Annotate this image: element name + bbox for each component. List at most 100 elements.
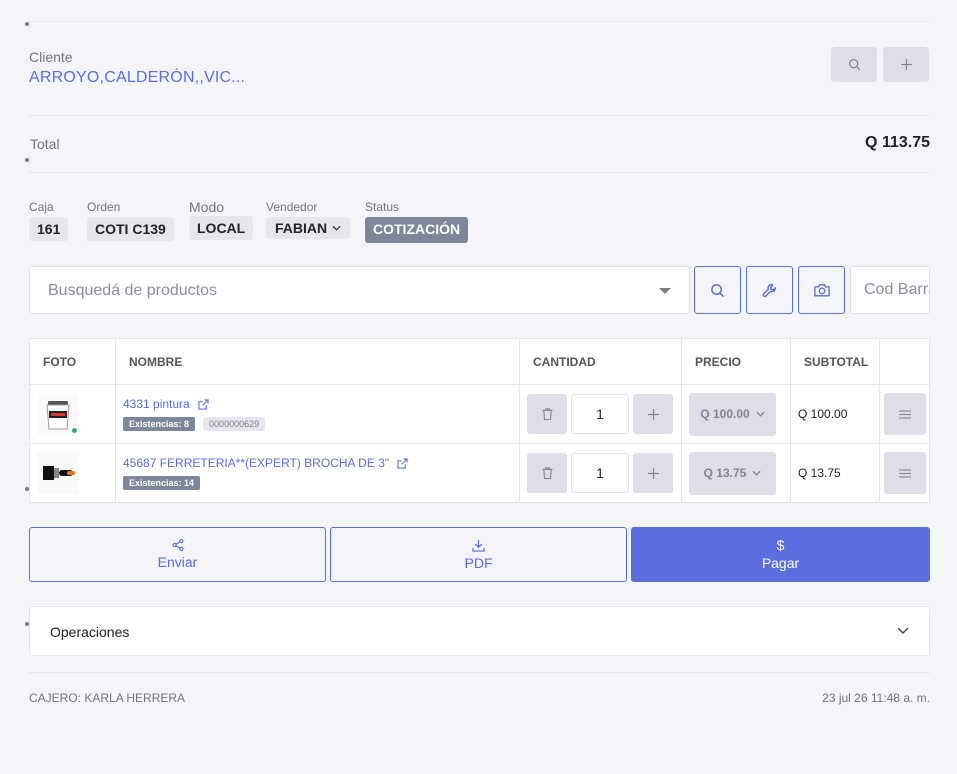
increment-quantity-button[interactable] (633, 453, 673, 493)
price-value: Q 100.00 (700, 407, 750, 421)
client-label: Cliente (29, 49, 73, 65)
barcode-placeholder: Cod Barras (864, 281, 929, 298)
column-header-subtotal: SUBTOTAL (790, 338, 880, 385)
price-dropdown[interactable]: Q 100.00 (689, 392, 776, 436)
search-icon (711, 283, 725, 297)
quantity-input[interactable]: 1 (571, 394, 629, 434)
camera-icon (813, 284, 830, 297)
product-thumbnail[interactable] (37, 393, 79, 435)
column-header-actions (879, 338, 930, 385)
cashier-info: CAJERO: KARLA HERRERA (29, 691, 186, 705)
trash-icon (541, 467, 553, 479)
vendedor-field: Vendedor FABIAN (266, 200, 351, 239)
search-icon (848, 58, 860, 71)
photo-cell (29, 384, 116, 444)
share-icon (171, 539, 184, 551)
vendedor-label: Vendedor (266, 200, 318, 214)
orden-label: Orden (87, 200, 121, 214)
subtotal-cell: Q 100.00 (790, 384, 880, 444)
plus-icon (647, 408, 659, 420)
divider (29, 115, 930, 116)
modo-label: Modo (189, 199, 225, 215)
actions-cell (879, 443, 930, 503)
price-dropdown[interactable]: Q 13.75 (689, 451, 776, 495)
operations-accordion[interactable]: Operaciones (29, 606, 930, 656)
add-client-button[interactable] (883, 47, 929, 82)
column-header-foto: FOTO (29, 338, 116, 385)
photo-cell (29, 443, 116, 503)
stock-badge: Existencias: 8 (123, 417, 196, 431)
quantity-stepper: 1 (520, 394, 681, 434)
product-name: 45687 FERRETERIA**(EXPERT) BROCHA DE 3" (123, 456, 390, 470)
search-placeholder: Busquedá de productos (48, 282, 218, 299)
chevron-down-icon (897, 627, 909, 634)
online-status-dot (72, 428, 77, 433)
menu-icon (899, 468, 911, 478)
search-client-button[interactable] (831, 47, 877, 82)
bullet-dot (25, 158, 29, 162)
subtotal-cell: Q 13.75 (790, 443, 880, 503)
column-header-cantidad: CANTIDAD (519, 338, 682, 385)
total-value: Q 113.75 (865, 134, 930, 151)
tools-button[interactable] (746, 266, 793, 314)
product-code-badge: 0000000629 (203, 417, 266, 431)
modo-field: Modo LOCAL (189, 199, 254, 240)
increment-quantity-button[interactable] (633, 394, 673, 434)
divider (29, 172, 930, 173)
name-cell: 45687 FERRETERIA**(EXPERT) BROCHA DE 3" … (115, 443, 520, 503)
vendedor-value: FABIAN (275, 219, 328, 236)
plus-icon (900, 59, 912, 70)
table-header-row: FOTO NOMBRE CANTIDAD PRECIO SUBTOTAL (29, 338, 930, 385)
products-table: FOTO NOMBRE CANTIDAD PRECIO SUBTOTAL 433… (29, 338, 930, 503)
status-label: Status (365, 200, 400, 214)
modo-value: LOCAL (189, 216, 254, 240)
plus-icon (647, 467, 659, 479)
client-name-link[interactable]: ARROYO,CALDERÓN,,VIC... (29, 69, 245, 87)
send-label: Enviar (157, 554, 198, 570)
table-row: 4331 pintura Existencias: 8 0000000629 1 (29, 384, 930, 444)
camera-scan-button[interactable] (798, 266, 845, 314)
caja-field: Caja 161 (29, 200, 69, 241)
product-name: 4331 pintura (123, 397, 190, 411)
total-label: Total (30, 136, 60, 152)
send-button[interactable]: Enviar (29, 527, 326, 582)
row-menu-button[interactable] (884, 452, 926, 494)
caja-value: 161 (29, 217, 69, 241)
product-search-select[interactable]: Busquedá de productos (29, 266, 690, 314)
caret-down-icon (659, 288, 671, 294)
product-link[interactable]: 45687 FERRETERIA**(EXPERT) BROCHA DE 3" (123, 456, 408, 470)
stock-badge: Existencias: 14 (123, 476, 201, 490)
pay-label: Pagar (761, 555, 800, 571)
divider (29, 21, 930, 22)
quantity-cell: 1 (519, 443, 682, 503)
quantity-cell: 1 (519, 384, 682, 444)
product-link[interactable]: 4331 pintura (123, 397, 209, 411)
quantity-stepper: 1 (520, 453, 681, 493)
product-thumbnail[interactable] (37, 452, 79, 494)
actions-cell (879, 384, 930, 444)
vendedor-dropdown[interactable]: FABIAN (266, 217, 351, 239)
divider (29, 672, 930, 673)
chevron-down-icon (752, 470, 761, 476)
operations-label: Operaciones (50, 624, 130, 640)
quantity-input[interactable]: 1 (571, 453, 629, 493)
chevron-down-icon (756, 411, 765, 417)
delete-item-button[interactable] (527, 453, 567, 493)
search-product-button[interactable] (694, 266, 741, 314)
pay-button[interactable]: $ Pagar (631, 527, 930, 582)
status-field: Status COTIZACIÓN (365, 200, 469, 243)
download-icon (472, 539, 485, 552)
delete-item-button[interactable] (527, 394, 567, 434)
row-menu-button[interactable] (884, 393, 926, 435)
column-header-precio: PRECIO (681, 338, 791, 385)
trash-icon (541, 408, 553, 420)
wrench-icon (762, 283, 777, 297)
bullet-dot (25, 22, 29, 26)
price-value: Q 13.75 (703, 466, 747, 480)
menu-icon (899, 409, 911, 419)
column-header-nombre: NOMBRE (115, 338, 520, 385)
barcode-input[interactable]: Cod Barras (850, 266, 930, 314)
status-badge: COTIZACIÓN (365, 217, 469, 243)
dollar-icon: $ (776, 537, 785, 553)
pdf-button[interactable]: PDF (330, 527, 627, 582)
